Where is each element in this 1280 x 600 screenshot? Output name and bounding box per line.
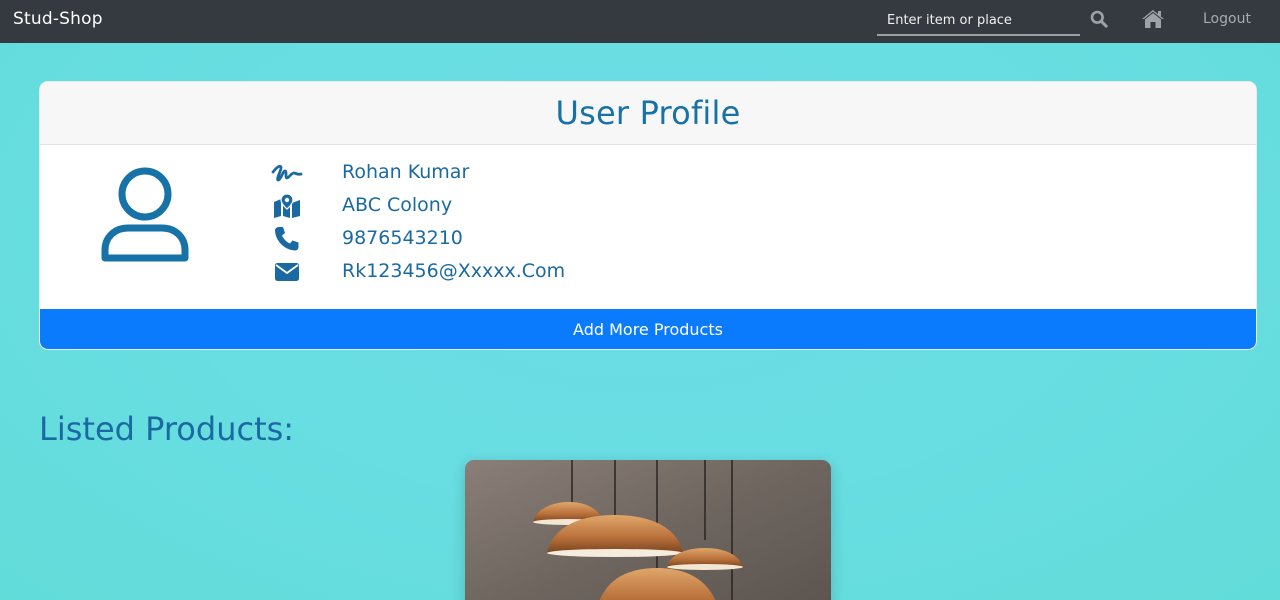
- search-button[interactable]: [1088, 8, 1110, 30]
- search-icon: [1090, 10, 1108, 28]
- product-card[interactable]: [465, 460, 831, 600]
- profile-card-header: User Profile: [40, 82, 1256, 145]
- brand-logo[interactable]: Stud-Shop: [13, 9, 103, 29]
- profile-card: User Profile Rohan Kumar ABC Colony 9876…: [39, 81, 1257, 350]
- product-image[interactable]: [465, 460, 831, 600]
- home-button[interactable]: [1140, 7, 1166, 31]
- user-icon: [101, 167, 189, 262]
- page-title: User Profile: [555, 94, 741, 132]
- profile-address: ABC Colony: [342, 194, 453, 216]
- search-input[interactable]: [877, 6, 1080, 36]
- profile-email: Rk123456@Xxxxx.Com: [342, 260, 566, 282]
- envelope-icon: [269, 257, 305, 287]
- add-products-button[interactable]: Add More Products: [40, 309, 1256, 349]
- profile-address-row: ABC Colony: [269, 191, 452, 221]
- profile-phone-row: 9876543210: [269, 224, 463, 254]
- profile-email-row: Rk123456@Xxxxx.Com: [269, 257, 565, 287]
- home-icon: [1142, 10, 1164, 28]
- profile-phone: 9876543210: [342, 227, 463, 249]
- listed-products-heading: Listed Products:: [39, 410, 295, 448]
- signature-icon: [269, 158, 305, 188]
- navbar: Stud-Shop Logout: [0, 0, 1280, 43]
- logout-link[interactable]: Logout: [1203, 11, 1251, 27]
- profile-name: Rohan Kumar: [342, 161, 470, 183]
- map-icon: [269, 191, 305, 221]
- phone-icon: [269, 224, 305, 254]
- profile-name-row: Rohan Kumar: [269, 158, 469, 188]
